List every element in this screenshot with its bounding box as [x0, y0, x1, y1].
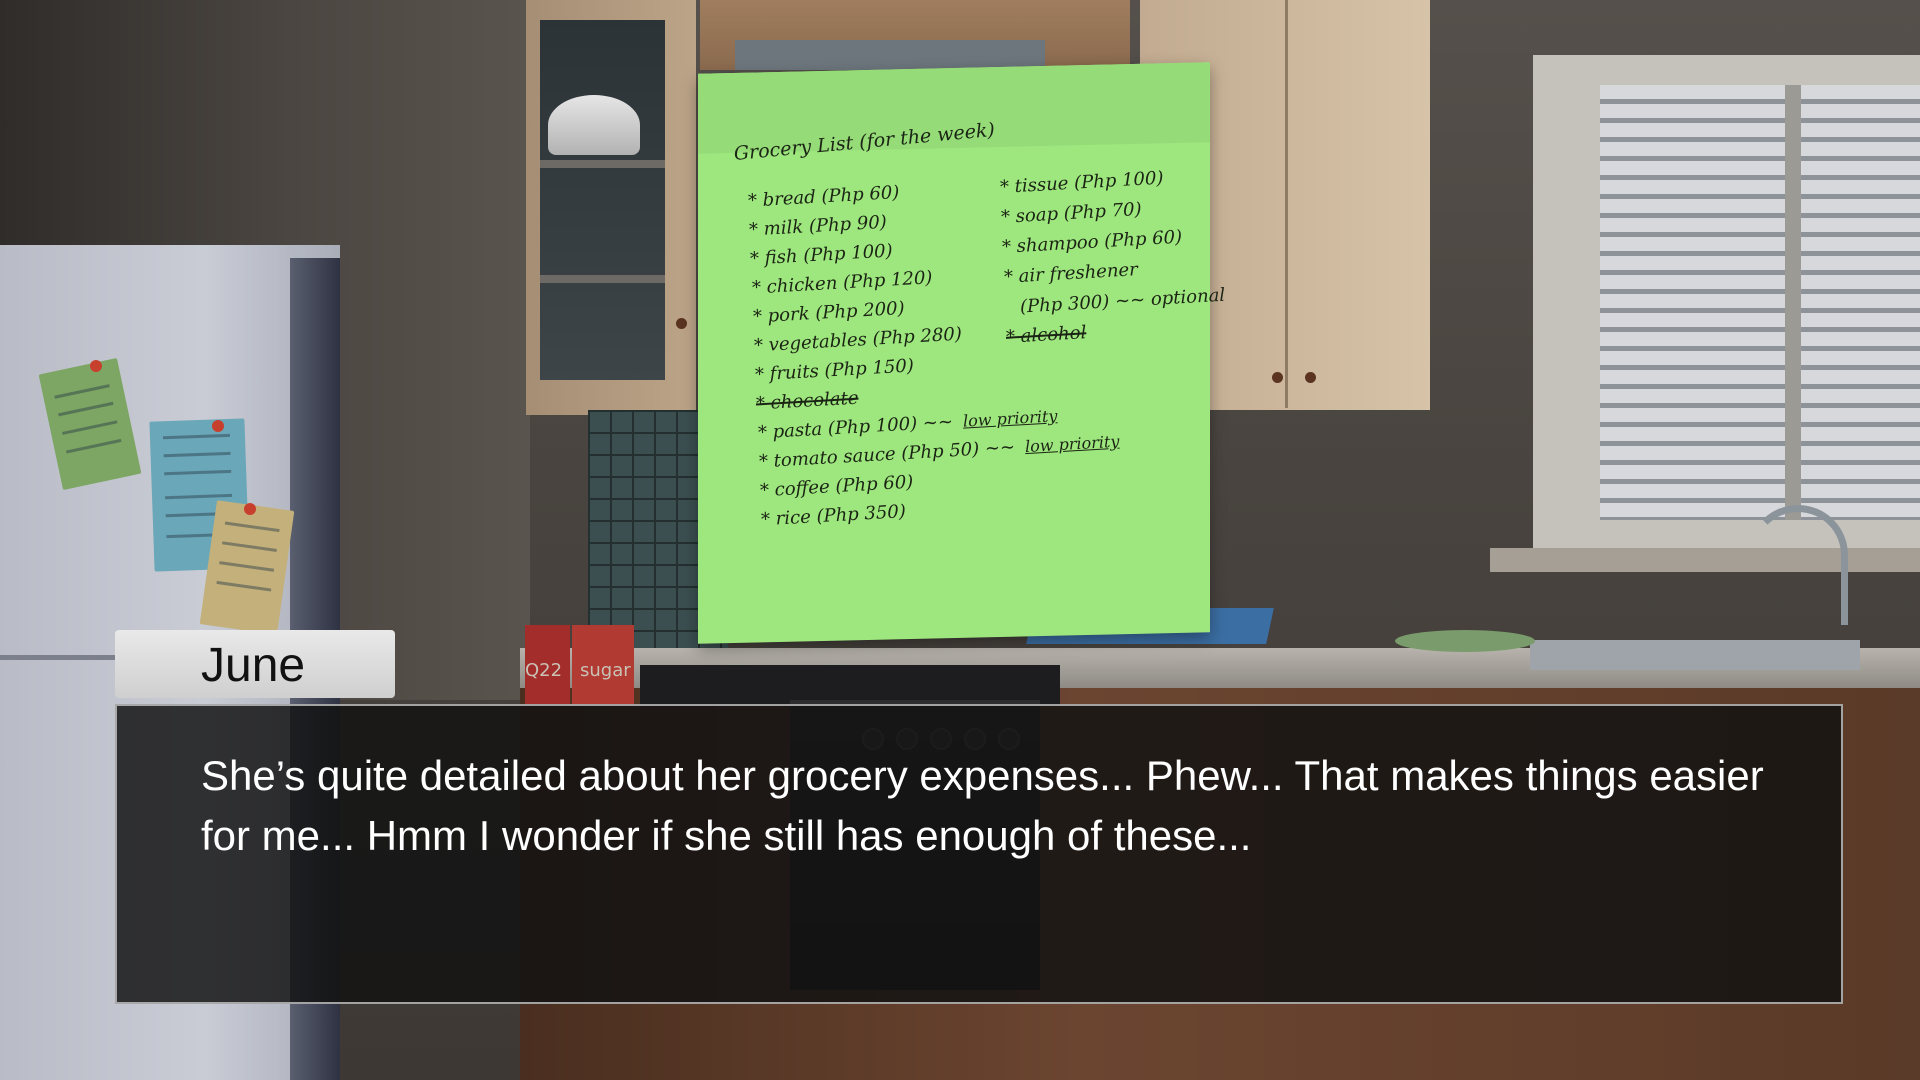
cabinet-shelf — [540, 275, 665, 283]
cabinet-shelf — [540, 160, 665, 168]
grocery-item-text: * vegetables (Php 280) — [753, 323, 963, 357]
grocery-item: * air freshener — [1004, 259, 1138, 288]
game-scene[interactable]: Q22 sugar Grocery List (for the week) * … — [0, 0, 1920, 1080]
bowl-icon — [548, 95, 640, 155]
glass-cabinet — [540, 20, 665, 380]
grocery-item-text: * pasta (Php 100) ~~ — [757, 411, 953, 444]
cabinet-door-split — [1285, 0, 1288, 408]
pushpin-icon — [90, 360, 102, 372]
grocery-item: * chicken (Php 120) — [751, 267, 932, 298]
speaker-namebox: June — [115, 630, 395, 698]
grocery-item-text: * air freshener — [1003, 259, 1139, 288]
dialogue-text: She’s quite detailed about her grocery e… — [201, 752, 1764, 859]
plate — [1395, 630, 1535, 652]
cabinet-knob-icon — [676, 318, 687, 329]
grocery-item: * pork (Php 200) — [752, 298, 904, 328]
grocery-item-text: * alcohol — [1005, 322, 1087, 348]
grocery-item-annotation: low priority — [962, 406, 1058, 431]
window-blinds — [1600, 85, 1920, 520]
grocery-item-text: * rice (Php 350) — [760, 501, 907, 531]
grocery-item-text: * tomato sauce (Php 50) ~~ — [758, 436, 1016, 473]
grocery-item-text: (Php 300) ~~ optional — [1019, 284, 1226, 318]
grocery-item: (Php 300) ~~ optional — [1020, 285, 1226, 318]
grocery-item-text: * shampoo (Php 60) — [1001, 226, 1183, 258]
window-sill — [1490, 548, 1920, 572]
grocery-item: * fish (Php 100) — [750, 240, 893, 269]
grocery-item: * shampoo (Php 60) — [1002, 227, 1183, 258]
pushpin-icon — [212, 420, 224, 432]
grocery-item-text: * chicken (Php 120) — [751, 267, 933, 299]
grocery-item: * coffee (Php 60) — [760, 472, 914, 502]
grocery-item: * rice (Php 350) — [761, 501, 907, 530]
grocery-item: * tissue (Php 100) — [1000, 168, 1164, 198]
grocery-item-text: * fruits (Php 150) — [754, 355, 915, 386]
grocery-item-text: * pork (Php 200) — [752, 297, 905, 328]
grocery-item-text: * coffee (Php 60) — [759, 471, 914, 502]
grocery-item: * chocolate — [756, 388, 859, 415]
grocery-item-text: * fish (Php 100) — [750, 240, 894, 270]
grocery-item: * bread (Php 60) — [748, 182, 900, 212]
grocery-item-text: * milk (Php 90) — [748, 211, 888, 241]
canister-label-left: Q22 — [525, 660, 563, 681]
stovetop — [640, 665, 1060, 705]
grocery-item: * fruits (Php 150) — [755, 355, 915, 385]
grocery-item-annotation: low priority — [1024, 431, 1120, 457]
grocery-item-text: * chocolate — [756, 387, 860, 415]
cabinet-knob-icon — [1305, 372, 1316, 383]
grocery-item-text: * tissue (Php 100) — [999, 167, 1164, 198]
faucet-icon — [1748, 505, 1848, 625]
grocery-item-text: * bread (Php 60) — [747, 181, 900, 212]
window-mullion — [1785, 85, 1801, 520]
grocery-item: * vegetables (Php 280) — [754, 324, 963, 357]
grocery-item: * alcohol — [1006, 322, 1087, 348]
canister-label-right: sugar — [580, 660, 631, 681]
speaker-name: June — [201, 639, 306, 692]
dialogue-box[interactable]: She’s quite detailed about her grocery e… — [115, 704, 1843, 1004]
range-hood-vent — [735, 40, 1045, 70]
grocery-item-text: * soap (Php 70) — [1000, 198, 1142, 228]
sink — [1530, 640, 1860, 670]
grocery-item: * soap (Php 70) — [1001, 199, 1142, 228]
pushpin-icon — [244, 503, 256, 515]
grocery-list-note[interactable]: Grocery List (for the week) * bread (Php… — [698, 62, 1225, 644]
cabinet-knob-icon — [1272, 372, 1283, 383]
grocery-item: * milk (Php 90) — [749, 212, 887, 241]
